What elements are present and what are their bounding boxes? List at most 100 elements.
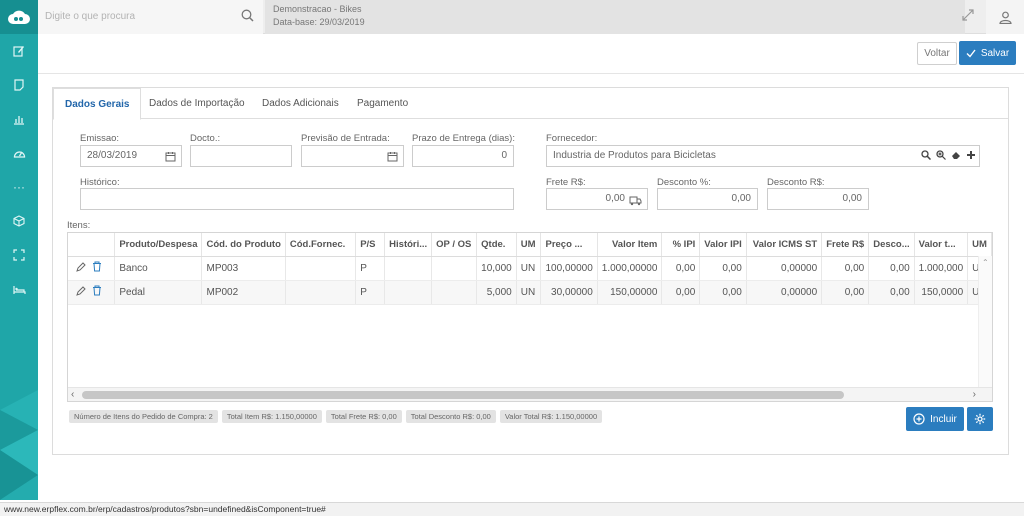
pencil-icon[interactable]: [76, 262, 89, 275]
status-url: www.new.erpflex.com.br/erp/cadastros/pro…: [4, 504, 326, 514]
save-button[interactable]: Salvar: [959, 41, 1016, 65]
table-cell: 0,00000: [746, 280, 823, 305]
eraser-icon[interactable]: [951, 150, 961, 160]
table-cell: 0,00: [661, 256, 701, 281]
trash-icon[interactable]: [92, 285, 102, 299]
item-count-badge: Número de Itens do Pedido de Compra: 2: [69, 410, 218, 423]
zoom-in-icon[interactable]: [936, 150, 946, 160]
table-row[interactable]: Pedal MP002 P 5,000 UN 30,00000 150,0000…: [68, 280, 992, 305]
column-header[interactable]: Produto/Despesa: [114, 233, 203, 257]
column-header[interactable]: Valor t...: [914, 233, 969, 257]
fornecedor-actions: [921, 150, 976, 160]
table-cell: 0,00: [821, 280, 870, 305]
docto-field[interactable]: [190, 145, 292, 167]
divider: [38, 73, 1024, 74]
tab-dados-gerais[interactable]: Dados Gerais: [53, 88, 142, 120]
fornecedor-field[interactable]: Industria de Produtos para Bicicletas: [546, 145, 980, 167]
table-cell: 0,00: [699, 256, 747, 281]
actions-header: [68, 233, 116, 257]
plus-circle-icon: [913, 413, 925, 425]
docto-label: Docto.:: [190, 133, 221, 144]
desconto-rs-field[interactable]: 0,00: [767, 188, 869, 210]
column-header[interactable]: Preço ...: [540, 233, 598, 257]
search-box[interactable]: Digite o que procura: [38, 0, 263, 34]
emissao-field[interactable]: 28/03/2019: [80, 145, 182, 167]
table-cell: 1.000,000: [914, 256, 969, 281]
column-header[interactable]: Frete R$: [821, 233, 870, 257]
back-button[interactable]: Voltar: [917, 42, 957, 65]
tab-pagamento[interactable]: Pagamento: [346, 88, 419, 119]
column-header[interactable]: UM: [967, 233, 992, 257]
box-icon[interactable]: [0, 204, 38, 238]
trash-icon[interactable]: [92, 261, 102, 275]
horizontal-scrollbar[interactable]: ‹ ›: [68, 387, 992, 401]
scroll-left-icon[interactable]: ‹: [71, 388, 74, 401]
calendar-icon[interactable]: [165, 150, 176, 166]
column-header[interactable]: Valor IPI: [699, 233, 747, 257]
desconto-rs-label: Desconto R$:: [767, 177, 825, 188]
expand-icon[interactable]: [0, 238, 38, 272]
table-cell: [384, 256, 433, 281]
search-icon[interactable]: [921, 150, 931, 160]
historico-field[interactable]: [80, 188, 514, 210]
total-value-badge: Valor Total R$: 1.150,00000: [499, 410, 603, 423]
tab-dados-importacao[interactable]: Dados de Importação: [138, 88, 256, 119]
column-header[interactable]: Desco...: [868, 233, 915, 257]
search-icon[interactable]: [241, 9, 254, 25]
column-header[interactable]: P/S: [355, 233, 386, 257]
column-header[interactable]: UM: [516, 233, 542, 257]
edit-icon[interactable]: [0, 34, 38, 68]
plus-icon[interactable]: [966, 150, 976, 160]
scroll-up-icon[interactable]: ⌃: [982, 258, 989, 267]
previsao-field[interactable]: [301, 145, 404, 167]
company-info: Demonstracao - Bikes Data-base: 29/03/20…: [265, 0, 965, 34]
fullscreen-icon[interactable]: [962, 9, 974, 24]
column-header[interactable]: Históri...: [384, 233, 433, 257]
settings-button[interactable]: [967, 407, 993, 431]
table-cell: 1.000,00000: [597, 256, 663, 281]
column-header[interactable]: OP / OS: [431, 233, 478, 257]
prazo-field[interactable]: 0: [412, 145, 514, 167]
emissao-value: 28/03/2019: [87, 150, 138, 161]
sidebar-decoration: [0, 390, 38, 500]
column-header[interactable]: Qtde.: [476, 233, 517, 257]
bed-icon[interactable]: [0, 272, 38, 306]
chart-icon[interactable]: [0, 102, 38, 136]
column-header[interactable]: Valor ICMS ST: [746, 233, 823, 257]
table-cell: 0,00000: [746, 256, 823, 281]
table-cell: 0,00: [868, 280, 915, 305]
dashboard-icon[interactable]: [0, 136, 38, 170]
sidebar: ···: [0, 0, 38, 500]
note-icon[interactable]: [0, 68, 38, 102]
emissao-label: Emissao:: [80, 133, 120, 144]
app-logo[interactable]: [0, 0, 38, 34]
column-header[interactable]: Cód.Fornec.: [285, 233, 357, 257]
column-header[interactable]: Cód. do Produto: [201, 233, 286, 257]
pencil-icon[interactable]: [76, 286, 89, 299]
vertical-scrollbar[interactable]: ⌃ ⌄: [978, 256, 992, 401]
include-button[interactable]: Incluir: [906, 407, 964, 431]
frete-label: Frete R$:: [546, 177, 586, 188]
search-input[interactable]: Digite o que procura: [45, 11, 135, 22]
frete-field[interactable]: 0,00: [546, 188, 648, 210]
scroll-right-icon[interactable]: ›: [973, 388, 976, 401]
calendar-icon[interactable]: [387, 150, 398, 166]
table-cell: 0,00: [868, 256, 915, 281]
include-button-label: Incluir: [930, 413, 957, 425]
horizontal-scrollbar-thumb[interactable]: [82, 391, 844, 399]
tab-dados-adicionais[interactable]: Dados Adicionais: [251, 88, 350, 119]
table-row[interactable]: Banco MP003 P 10,000 UN 100,00000 1.000,…: [68, 256, 992, 281]
desconto-pct-field[interactable]: 0,00: [657, 188, 758, 210]
column-header[interactable]: % IPI: [661, 233, 701, 257]
user-icon[interactable]: [986, 0, 1024, 34]
table-header-row: Produto/Despesa Cód. do Produto Cód.Forn…: [68, 233, 992, 257]
historico-label: Histórico:: [80, 177, 120, 188]
table-cell: UN: [516, 280, 542, 305]
column-header[interactable]: Valor Item: [597, 233, 663, 257]
more-icon[interactable]: ···: [0, 170, 38, 204]
table-cell: 0,00: [699, 280, 747, 305]
top-bar: Digite o que procura Demonstracao - Bike…: [38, 0, 1024, 34]
table-cell: P: [355, 280, 386, 305]
frete-value: 0,00: [605, 193, 625, 204]
total-discount-badge: Total Desconto R$: 0,00: [405, 410, 496, 423]
